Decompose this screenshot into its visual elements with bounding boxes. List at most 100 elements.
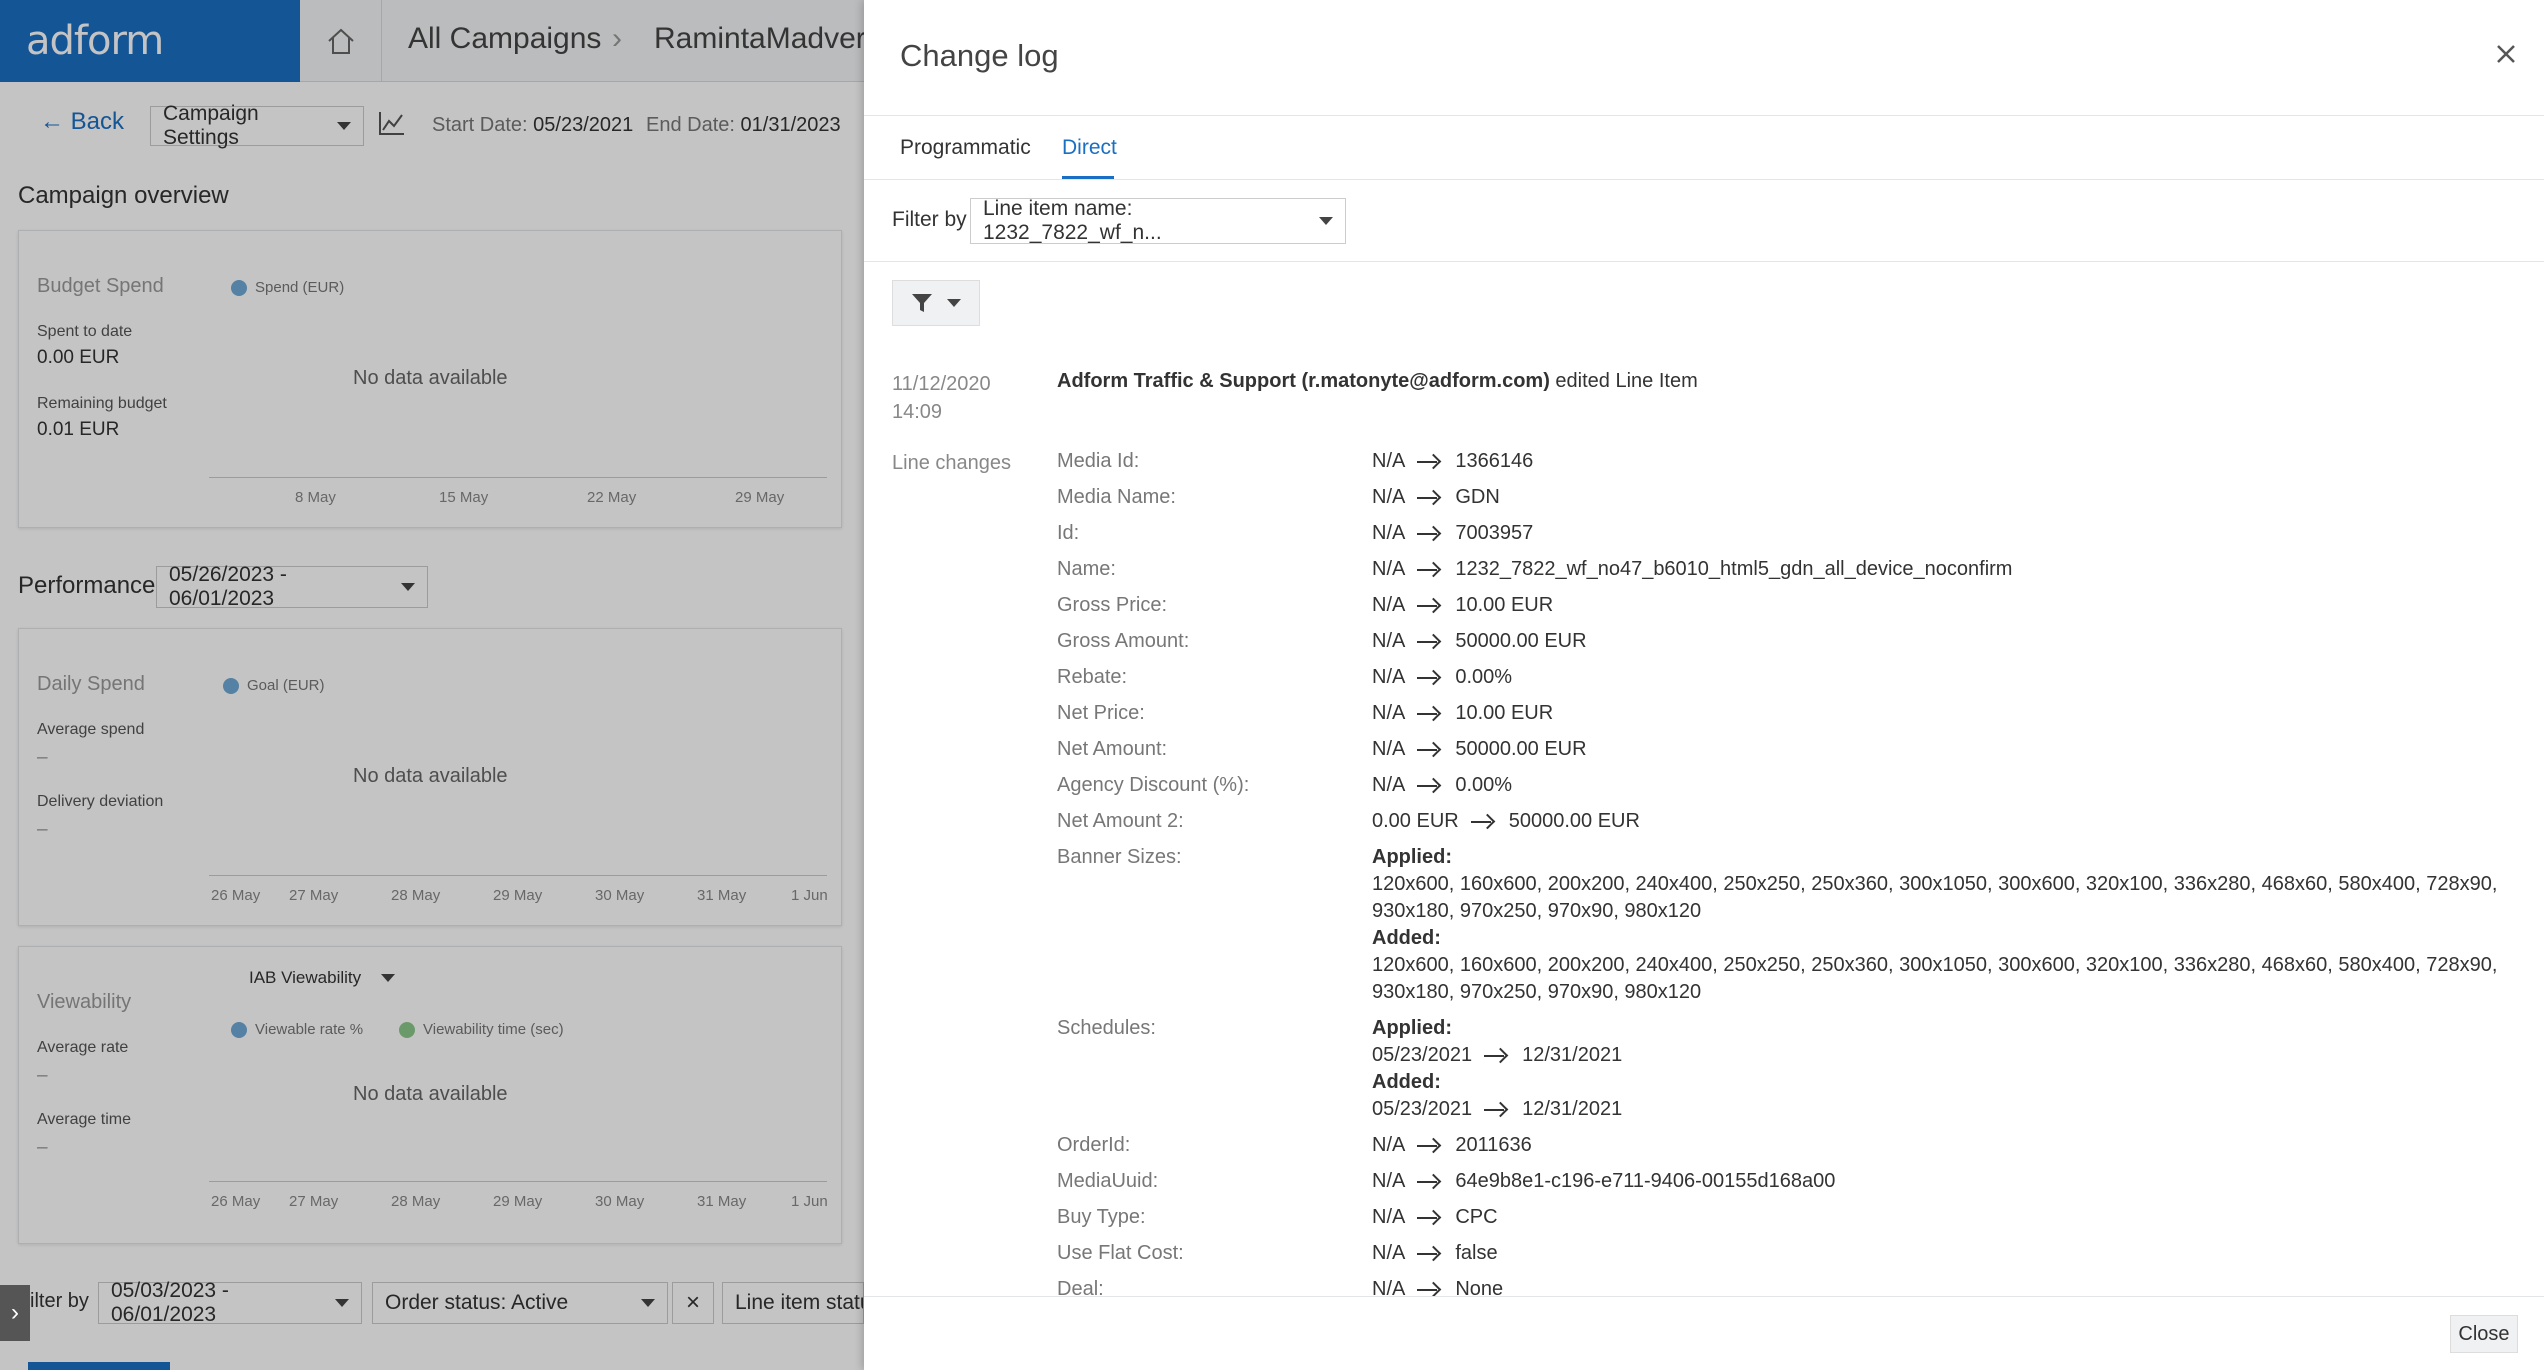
change-date: 11/12/2020 [892,373,991,395]
change-row: OrderId: N/A 2011636 [1057,1132,2527,1159]
schedule-from: 05/23/2021 [1372,1098,1473,1120]
change-from: N/A [1372,450,1406,472]
change-value: N/A 7003957 [1372,520,2527,547]
change-row: Media Name: N/A GDN [1057,484,2527,511]
change-value: 0.00 EUR 50000.00 EUR [1372,808,2527,835]
change-from: 0.00 EUR [1372,810,1459,832]
arrow-right-icon [1484,1103,1508,1117]
change-value: N/A false [1372,1240,2527,1267]
tab-direct[interactable]: Direct [1062,136,1117,160]
change-key: Buy Type: [1057,1206,1146,1228]
line-item-filter-select[interactable]: Line item name: 1232_7822_wf_n... [970,197,1346,244]
change-to: 50000.00 EUR [1508,810,1640,832]
added-schedule: 05/23/2021 12/31/2021 [1372,1096,2527,1123]
applied-label: Applied: [1372,846,1452,868]
change-key: Media Name: [1057,486,1176,508]
arrow-right-icon [1484,1049,1508,1063]
arrow-right-icon [1417,1175,1441,1189]
funnel-icon [912,294,932,312]
arrow-right-icon [1417,455,1441,469]
filter-label: Filter by [892,208,967,231]
change-key: Net Amount: [1057,738,1168,760]
change-value: N/A CPC [1372,1204,2527,1231]
change-row: MediaUuid: N/A 64e9b8e1-c196-e711-9406-001… [1057,1168,2527,1195]
change-from: N/A [1372,1242,1406,1264]
tab-programmatic[interactable]: Programmatic [900,136,1031,160]
change-from: N/A [1372,522,1406,544]
change-from: N/A [1372,558,1406,580]
change-row: Id: N/A 7003957 [1057,520,2527,547]
change-from: N/A [1372,630,1406,652]
panel-footer: Close [864,1296,2544,1370]
arrow-right-icon [1417,491,1441,505]
applied-label: Applied: [1372,1017,1452,1039]
chevron-right-icon: › [11,1299,19,1326]
change-to: 0.00% [1455,666,1513,688]
change-from: N/A [1372,738,1406,760]
close-icon[interactable] [2492,40,2520,68]
filter-row: Filter by Line item name: 1232_7822_wf_n… [864,180,2544,262]
change-key: Use Flat Cost: [1057,1242,1184,1264]
change-from: N/A [1372,1206,1406,1228]
caret-down-icon [1319,217,1333,225]
arrow-right-icon [1417,671,1441,685]
change-value: N/A 10.00 EUR [1372,592,2527,619]
change-value: Applied: 120x600, 160x600, 200x200, 240x… [1372,844,2527,1006]
change-log-header: Change log [864,0,2544,116]
caret-down-icon [947,299,961,307]
added-banner-list: 120x600, 160x600, 200x200, 240x400, 250x… [1372,954,2498,1003]
change-row: Name: N/A 1232_7822_wf_no47_b6010_html5_gd… [1057,556,2527,583]
modal-overlay[interactable] [0,0,864,1370]
change-log-panel: Change log Programmatic Direct Filter by… [864,0,2544,1370]
change-row: Gross Amount: N/A 50000.00 EUR [1057,628,2527,655]
change-row: Agency Discount (%): N/A 0.00% [1057,772,2527,799]
change-value: N/A 10.00 EUR [1372,700,2527,727]
change-row-schedules: Schedules: Applied: 05/23/2021 12/31/2021… [1057,1015,2527,1123]
change-value: N/A 1366146 [1372,448,2527,475]
change-value: Applied: 05/23/2021 12/31/2021 Added: 05/… [1372,1015,2527,1123]
schedule-from: 05/23/2021 [1372,1044,1473,1066]
arrow-right-icon [1417,563,1441,577]
change-to: 1366146 [1455,450,1534,472]
change-to: 64e9b8e1-c196-e711-9406-00155d168a00 [1455,1170,1836,1192]
change-key: Schedules: [1057,1017,1156,1039]
change-row: Net Amount 2: 0.00 EUR 50000.00 EUR [1057,808,2527,835]
added-label: Added: [1372,1071,1441,1093]
change-from: N/A [1372,1170,1406,1192]
change-row: Net Price: N/A 10.00 EUR [1057,700,2527,727]
arrow-right-icon [1417,1211,1441,1225]
change-row: Buy Type: N/A CPC [1057,1204,2527,1231]
line-changes-label: Line changes [892,452,1011,474]
change-row: Gross Price: N/A 10.00 EUR [1057,592,2527,619]
change-row: Use Flat Cost: N/A false [1057,1240,2527,1267]
schedule-to: 12/31/2021 [1522,1098,1623,1120]
change-from: N/A [1372,486,1406,508]
active-tab-indicator [1062,176,1114,179]
change-to: 10.00 EUR [1455,702,1554,724]
close-button[interactable]: Close [2450,1315,2518,1353]
change-row: Rebate: N/A 0.00% [1057,664,2527,691]
arrow-right-icon [1417,1247,1441,1261]
added-label: Added: [1372,927,1441,949]
change-to: CPC [1455,1206,1498,1228]
change-to: 50000.00 EUR [1455,738,1587,760]
change-key: Name: [1057,558,1116,580]
change-log-tabs: Programmatic Direct [864,116,2544,180]
change-to: 50000.00 EUR [1455,630,1587,652]
change-row-banner-sizes: Banner Sizes: Applied: 120x600, 160x600,… [1057,844,2527,1006]
applied-banner-list: 120x600, 160x600, 200x200, 240x400, 250x… [1372,873,2498,922]
expand-sidebar-button[interactable]: › [0,1285,30,1341]
change-from: N/A [1372,666,1406,688]
change-key: Net Price: [1057,702,1145,724]
change-key: Rebate: [1057,666,1128,688]
filter-button[interactable] [892,280,980,326]
change-action: edited Line Item [1549,370,1698,392]
change-time: 14:09 [892,401,943,423]
change-timestamp: 11/12/2020 14:09 [892,370,991,426]
change-key: Media Id: [1057,450,1140,472]
change-key: Net Amount 2: [1057,810,1184,832]
change-key: Gross Amount: [1057,630,1190,652]
change-key: Agency Discount (%): [1057,774,1250,796]
arrow-right-icon [1417,599,1441,613]
change-from: N/A [1372,774,1406,796]
